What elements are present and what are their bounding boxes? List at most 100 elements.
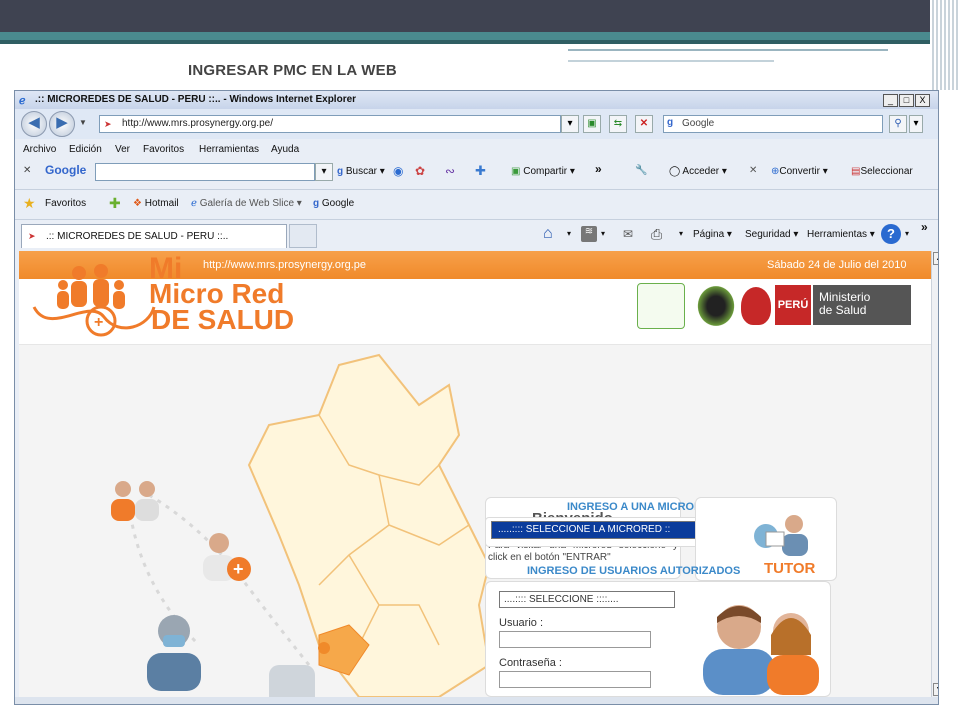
toolbar-popup-icon[interactable]: ✿ <box>415 164 425 178</box>
add-favorite-icon[interactable]: ✚ <box>109 195 121 212</box>
menu-favoritos[interactable]: Favoritos <box>143 144 184 155</box>
convertir-label: Convertir <box>779 166 820 177</box>
gobierno-regional-logo <box>637 283 685 329</box>
tab-title: .:: MICROREDES DE SALUD - PERU ::.. <box>46 231 229 242</box>
tab-favicon-icon: ➤ <box>28 231 36 241</box>
mail-icon[interactable]: ✉ <box>623 227 633 241</box>
seguridad-label: Seguridad <box>745 229 791 240</box>
herramientas-label: Herramientas <box>807 229 868 240</box>
google-toolbar-search-input[interactable] <box>95 163 315 181</box>
close-window-button[interactable]: X <box>915 94 930 107</box>
menu-herramientas[interactable]: Herramientas <box>199 144 259 155</box>
stop-icon[interactable]: ✕ <box>635 115 653 133</box>
hotmail-label: Hotmail <box>144 198 179 209</box>
seleccionar-button[interactable]: ▤Seleccionar <box>851 166 913 177</box>
red-salud-logo <box>695 283 737 329</box>
print-icon[interactable]: ⎙ <box>651 226 662 243</box>
tab-bar: ➤ .:: MICROREDES DE SALUD - PERU ::.. ⌂ … <box>15 219 938 249</box>
contrasena-label: Contraseña : <box>499 657 562 669</box>
slide-corner-decoration <box>930 0 960 90</box>
wrench-icon[interactable]: 🔧 <box>635 165 647 176</box>
microred-select[interactable]: .....:::: SELECCIONE LA MICRORED :: <box>491 521 703 539</box>
ie-small-icon: ℯ <box>191 198 197 209</box>
share-icon: ▣ <box>511 166 521 177</box>
equipment-icon <box>269 665 315 697</box>
google-fav-icon: g <box>313 198 320 209</box>
command-more-icon[interactable]: » <box>921 220 928 234</box>
rss-dropdown-icon[interactable]: ▾ <box>601 229 605 238</box>
history-dropdown-icon[interactable]: ▼ <box>79 118 87 127</box>
google-search-dropdown-icon[interactable]: ▾ <box>315 163 333 181</box>
search-icon[interactable]: ⚲ <box>889 115 907 133</box>
tutor-icon[interactable] <box>752 514 822 558</box>
favorites-star-icon[interactable]: ★ <box>23 195 36 212</box>
ministerio-label: Ministerio de Salud <box>813 285 911 325</box>
print-dropdown-icon[interactable]: ▾ <box>679 229 683 238</box>
help-dropdown-icon[interactable]: ▾ <box>905 229 909 238</box>
forward-icon[interactable]: ▶ <box>49 111 75 137</box>
peru-shield-icon <box>741 287 771 325</box>
compartir-button[interactable]: ▣ Compartir ▾ <box>511 166 575 177</box>
address-dropdown-icon[interactable]: ▾ <box>561 115 579 133</box>
address-text: http://www.mrs.prosynergy.org.pe/ <box>122 118 273 129</box>
tutor-label[interactable]: TUTOR <box>764 560 815 577</box>
scroll-down-icon[interactable]: ▼ <box>933 683 938 696</box>
rss-icon[interactable]: ≋ <box>581 226 597 242</box>
seguridad-menu[interactable]: Seguridad ▾ <box>745 229 798 240</box>
google-favorite-link[interactable]: g Google <box>313 198 354 209</box>
toolbar-more-icon[interactable]: » <box>595 162 602 176</box>
usuarios-select[interactable]: ....:::: SELECCIONE ::::.... <box>499 591 675 608</box>
minimize-button[interactable]: _ <box>883 94 898 107</box>
search-placeholder: Google <box>682 118 715 129</box>
galeria-label: Galería de Web Slice <box>199 198 295 209</box>
toolbar-close-icon[interactable]: ✕ <box>749 165 757 176</box>
google-toolbar: ✕ Google ▾ g Buscar ▾ ◉ ✿ ∾ ✚ ▣ Comparti… <box>15 157 938 187</box>
maximize-button[interactable]: □ <box>899 94 914 107</box>
ie-logo-icon: ℯ <box>19 95 26 107</box>
seleccionar-label: Seleccionar <box>860 166 913 177</box>
menu-ver[interactable]: Ver <box>115 144 130 155</box>
buscar-button[interactable]: g Buscar ▾ <box>337 166 385 177</box>
toolbar-globe-icon[interactable]: ◉ <box>393 164 403 178</box>
herramientas-menu[interactable]: Herramientas ▾ <box>807 229 875 240</box>
browser-window: ℯ .:: MICROREDES DE SALUD - PERU ::.. - … <box>14 90 939 705</box>
hotmail-link[interactable]: ❖ Hotmail <box>133 198 179 209</box>
vertical-scrollbar[interactable]: ▲ ▼ <box>931 251 938 697</box>
back-icon[interactable]: ◀ <box>21 111 47 137</box>
address-input[interactable]: ➤ http://www.mrs.prosynergy.org.pe/ <box>99 115 561 133</box>
tab-microredes[interactable]: ➤ .:: MICROREDES DE SALUD - PERU ::.. <box>21 224 287 248</box>
pagina-menu[interactable]: Página ▾ <box>693 229 732 240</box>
search-input[interactable]: g Google <box>663 115 883 133</box>
site-url-banner: http://www.mrs.prosynergy.org.pe <box>203 259 367 271</box>
toolbar-spell-icon[interactable]: ∾ <box>445 164 455 178</box>
compartir-label: Compartir <box>523 166 568 177</box>
acceder-button[interactable]: ◯ Acceder ▾ <box>669 166 727 177</box>
usuario-input[interactable] <box>499 631 651 648</box>
new-tab-button[interactable] <box>289 224 317 248</box>
msn-icon: ❖ <box>133 198 142 209</box>
favorites-button[interactable]: Favoritos <box>45 198 86 209</box>
pagina-label: Página <box>693 229 725 240</box>
contrasena-input[interactable] <box>499 671 651 688</box>
refresh-icon[interactable]: ⇆ <box>609 115 627 133</box>
site-date: Sábado 24 de Julio del 2010 <box>767 259 907 271</box>
search-options-icon[interactable]: ▾ <box>909 115 923 133</box>
toolbar-plus-icon[interactable]: ✚ <box>475 163 486 179</box>
status-bar <box>15 697 938 704</box>
menu-ayuda[interactable]: Ayuda <box>271 144 299 155</box>
menu-archivo[interactable]: Archivo <box>23 144 56 155</box>
google-search-icon: g <box>667 117 674 128</box>
google-fav-label: Google <box>321 198 355 209</box>
scroll-up-icon[interactable]: ▲ <box>933 252 938 265</box>
peru-label: PERÚ <box>775 285 811 325</box>
compatibility-icon[interactable]: ▣ <box>583 115 601 133</box>
menu-edicion[interactable]: Edición <box>69 144 102 155</box>
help-icon[interactable]: ? <box>881 224 901 244</box>
home-dropdown-icon[interactable]: ▾ <box>567 229 571 238</box>
close-toolbar-icon[interactable]: ✕ <box>23 165 31 176</box>
people-pair-icon <box>105 477 165 523</box>
home-icon[interactable]: ⌂ <box>543 225 553 243</box>
slide-accent-stripe-dark <box>0 40 960 44</box>
convertir-button[interactable]: ⊕Convertir ▾ <box>771 166 828 177</box>
galeria-link[interactable]: ℯ Galería de Web Slice ▾ <box>191 198 302 209</box>
